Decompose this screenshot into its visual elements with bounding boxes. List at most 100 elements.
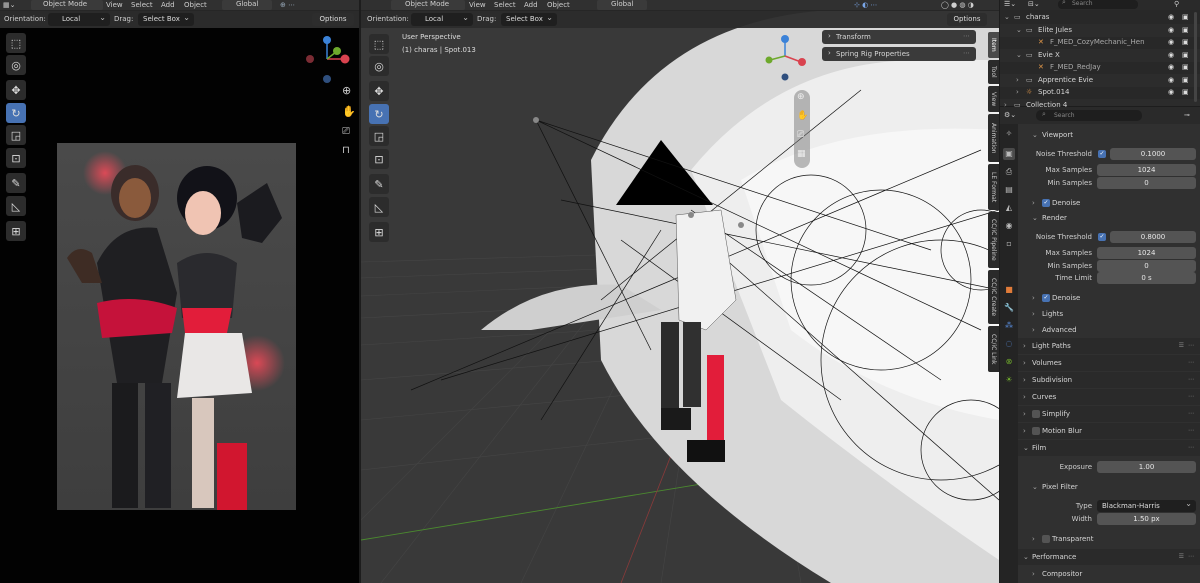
properties-search-input[interactable]: ⌕ Search	[1036, 110, 1142, 121]
object-tab-icon[interactable]: ■	[1003, 284, 1015, 296]
simplify-checkbox[interactable]	[1032, 410, 1040, 418]
3d-viewport[interactable]: Object Mode View Select Add Object Globa…	[361, 0, 999, 583]
left-menu-select[interactable]: Select	[131, 0, 153, 11]
vp-select-box-tool[interactable]: ⬚	[369, 34, 389, 54]
left-drag-dropdown[interactable]: Select Box	[138, 11, 194, 26]
constraints-tab-icon[interactable]: ⊗	[1003, 356, 1015, 368]
modifier-tab-icon[interactable]: 🔧	[1003, 302, 1015, 314]
zoom-icon[interactable]: ⊕	[342, 85, 351, 96]
render-visibility-icon[interactable]: ▣	[1182, 86, 1189, 99]
snap-icon[interactable]: ⊕ ⋯	[280, 0, 295, 11]
tab-item[interactable]: Item	[988, 32, 999, 58]
viewport-transform-space[interactable]: Global	[597, 0, 647, 10]
vp-move-tool[interactable]: ✥	[369, 81, 389, 101]
outliner-row[interactable]: ✕ F_MED_CozyMechanic_Hen ◉ ▣	[1000, 36, 1200, 49]
properties-editor[interactable]: ⚙⌄ ⌕ Search ⊸ ✧ ▣ ⎙ ▤ ◭ ◉ ▫ ■ 🔧 ⁂ ◌ ⊗ ☀ …	[1000, 107, 1200, 583]
tab-view[interactable]: View	[988, 86, 999, 112]
scene-tab-icon[interactable]: ◭	[1003, 202, 1015, 214]
eye-visibility-icon[interactable]: ◉	[1168, 86, 1174, 99]
render-min-samples-field[interactable]: 0	[1097, 260, 1196, 272]
presets-icon[interactable]: ☰	[1179, 338, 1184, 354]
tab-cc-ic-link[interactable]: CC/iC Link	[988, 326, 999, 372]
eye-visibility-icon[interactable]: ◉	[1168, 11, 1174, 24]
viewport-navigation-gizmo[interactable]	[761, 32, 815, 86]
viewport-noise-threshold-checkbox[interactable]: ✓	[1098, 150, 1106, 158]
render-max-samples-field[interactable]: 1024	[1097, 247, 1196, 259]
outliner[interactable]: ☰⌄ ⊟⌄ ⌕ Search ⚲ ⌄ ▭ charas ◉ ▣ ⌄ ▭ Elite Jules…	[1000, 0, 1200, 109]
tab-cc-ic-pipeline[interactable]: CC/iC Pipeline	[988, 212, 999, 268]
render-noise-threshold-checkbox[interactable]: ✓	[1098, 233, 1106, 241]
viewport-menu-object[interactable]: Object	[547, 0, 570, 11]
overlay-icons[interactable]: ⊹ ◐ ⋯	[854, 0, 877, 11]
view-layer-tab-icon[interactable]: ▤	[1003, 184, 1015, 196]
cursor-tool[interactable]: ◎	[6, 55, 26, 75]
outliner-row[interactable]: › ☼ Spot.014 ◉ ▣	[1000, 86, 1200, 99]
vp-cursor-tool[interactable]: ◎	[369, 56, 389, 76]
compositor-subpanel-header[interactable]: › Compositor	[1018, 566, 1200, 582]
zoom-icon[interactable]: ⊕	[797, 92, 805, 102]
render-visibility-icon[interactable]: ▣	[1182, 61, 1189, 74]
measure-tool[interactable]: ◺	[6, 196, 26, 216]
spring-rig-panel-header[interactable]: › Spring Rig Properties ⋯	[822, 47, 976, 61]
panel-motion-blur[interactable]: › Motion Blur ⋯	[1018, 423, 1200, 439]
outliner-row[interactable]: ⌄ ▭ charas ◉ ▣	[1000, 11, 1200, 24]
drag-grip-icon[interactable]: ⋯	[1188, 338, 1194, 354]
transform-panel-header[interactable]: › Transform ⋯	[822, 30, 976, 44]
drag-grip-icon[interactable]: ⋯	[963, 32, 970, 40]
eye-visibility-icon[interactable]: ◉	[1168, 36, 1174, 49]
drag-grip-icon[interactable]: ⋯	[1188, 423, 1194, 439]
left-mode-dropdown[interactable]: Object Mode	[31, 0, 103, 10]
vp-transform-tool[interactable]: ⊡	[369, 149, 389, 169]
drag-grip-icon[interactable]: ⋯	[1188, 355, 1194, 371]
viewport-denoise-checkbox[interactable]: ✓	[1042, 199, 1050, 207]
rotate-tool[interactable]: ↻	[6, 103, 26, 123]
render-tab-icon[interactable]: ▣	[1003, 148, 1015, 160]
left-menu-add[interactable]: Add	[161, 0, 175, 11]
eye-visibility-icon[interactable]: ◉	[1168, 61, 1174, 74]
tab-cc-ic-create[interactable]: CC/iC Create	[988, 270, 999, 324]
camera-icon[interactable]: ⎚	[797, 130, 804, 140]
tab-le-format[interactable]: LE Format	[988, 164, 999, 210]
move-tool[interactable]: ✥	[6, 80, 26, 100]
camera-icon[interactable]: ⎚	[342, 126, 350, 137]
viewport-subpanel-header[interactable]: ⌄ Viewport	[1018, 127, 1200, 143]
viewport-menu-select[interactable]: Select	[494, 0, 516, 11]
viewport-denoise-header[interactable]: › ✓ Denoise	[1018, 195, 1200, 211]
drag-grip-icon[interactable]: ⋯	[1188, 549, 1194, 565]
outliner-scrollbar[interactable]	[1194, 12, 1197, 102]
viewport-mode-dropdown[interactable]: Object Mode	[391, 0, 465, 10]
object-data-tab-icon[interactable]: ☀	[1003, 374, 1015, 386]
tab-animation[interactable]: Animation	[988, 114, 999, 162]
vp-add-cube-tool[interactable]: ⊞	[369, 222, 389, 242]
render-denoise-checkbox[interactable]: ✓	[1042, 294, 1050, 302]
pixel-filter-width-field[interactable]: 1.50 px	[1097, 513, 1196, 525]
editor-type-icon[interactable]: ▦⌄	[3, 0, 15, 11]
outliner-editor-icon[interactable]: ☰⌄	[1004, 0, 1016, 10]
viewport-menu-view[interactable]: View	[469, 0, 486, 11]
scale-tool[interactable]: ◲	[6, 125, 26, 145]
left-navigation-gizmo[interactable]	[302, 32, 358, 88]
drag-grip-icon[interactable]: ⋯	[1188, 372, 1194, 388]
outliner-row[interactable]: › ▭ Collection 4	[1000, 99, 1200, 109]
render-time-limit-field[interactable]: 0 s	[1097, 272, 1196, 284]
render-noise-threshold-field[interactable]: 0.8000	[1110, 231, 1196, 243]
viewport-drag-dropdown[interactable]: Select Box	[501, 11, 557, 26]
expand-chevron-icon[interactable]: ›	[1016, 86, 1019, 99]
drag-grip-icon[interactable]: ⋯	[1188, 406, 1194, 422]
panel-light-paths[interactable]: › Light Paths ☰ ⋯	[1018, 338, 1200, 354]
render-visibility-icon[interactable]: ▣	[1182, 11, 1189, 24]
panel-volumes[interactable]: › Volumes ⋯	[1018, 355, 1200, 371]
pixel-filter-subpanel-header[interactable]: ⌄ Pixel Filter	[1018, 479, 1200, 495]
panel-performance[interactable]: ⌄ Performance ☰ ⋯	[1018, 549, 1200, 565]
properties-editor-icon[interactable]: ⚙⌄	[1004, 110, 1016, 121]
presets-icon[interactable]: ☰	[1179, 549, 1184, 565]
viewport-orientation-dropdown[interactable]: Local	[411, 11, 473, 26]
physics-tab-icon[interactable]: ◌	[1003, 338, 1015, 350]
panel-simplify[interactable]: › Simplify ⋯	[1018, 406, 1200, 422]
grid-icon[interactable]: ▦	[797, 149, 806, 159]
collection-tab-icon[interactable]: ▫	[1003, 238, 1015, 250]
expand-chevron-icon[interactable]: ⌄	[1004, 11, 1010, 24]
shading-mode-icons[interactable]: ◯ ● ◍ ◑	[941, 0, 974, 11]
output-tab-icon[interactable]: ⎙	[1003, 166, 1015, 178]
viewport-noise-threshold-field[interactable]: 0.1000	[1110, 148, 1196, 160]
